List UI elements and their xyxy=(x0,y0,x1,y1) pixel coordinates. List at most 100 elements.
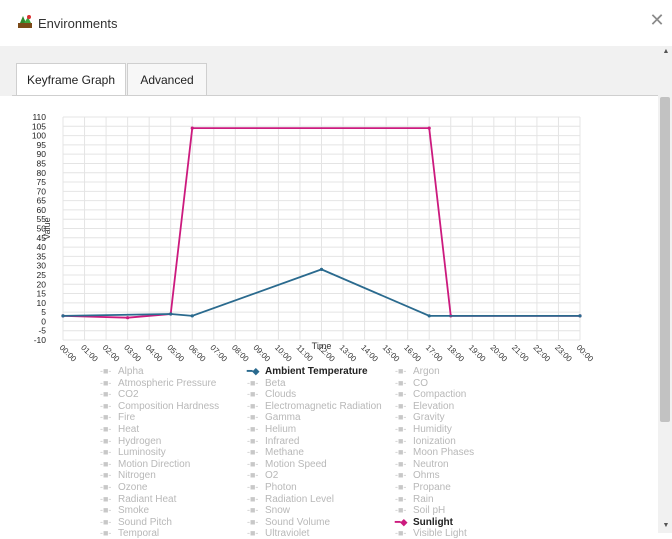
legend-marker-icon: -■- xyxy=(247,458,259,469)
legend-item-alpha[interactable]: -■- Alpha xyxy=(100,366,144,377)
legend-item-fire[interactable]: -■- Fire xyxy=(100,412,135,423)
legend-item-compaction[interactable]: -■- Compaction xyxy=(395,389,466,400)
legend-item-sound-volume[interactable]: -■- Sound Volume xyxy=(247,517,330,528)
x-tick-label: 10:00 xyxy=(273,343,294,364)
legend-label: Heat xyxy=(118,424,140,435)
legend-item-photon[interactable]: -■- Photon xyxy=(247,482,297,493)
keyframe-graph[interactable]: 1101051009590858075706560555045403530252… xyxy=(0,0,658,533)
legend-marker-icon: -■- xyxy=(395,458,407,469)
legend-item-ionization[interactable]: -■- Ionization xyxy=(395,436,456,447)
legend-item-composition-hardness[interactable]: -■- Composition Hardness xyxy=(100,401,219,412)
legend-item-argon[interactable]: -■- Argon xyxy=(395,366,440,377)
series-point xyxy=(427,314,431,318)
legend-item-sound-pitch[interactable]: -■- Sound Pitch xyxy=(100,517,172,528)
legend-item-infrared[interactable]: -■- Infrared xyxy=(247,436,299,447)
legend-item-gravity[interactable]: -■- Gravity xyxy=(395,412,445,423)
legend-marker-icon: ━◆ xyxy=(395,516,408,527)
legend-item-ozone[interactable]: -■- Ozone xyxy=(100,482,147,493)
x-tick-label: 07:00 xyxy=(208,343,229,364)
legend-item-electromagnetic-radiation[interactable]: -■- Electromagnetic Radiation xyxy=(247,401,382,412)
legend-item-heat[interactable]: -■- Heat xyxy=(100,424,139,435)
series-point xyxy=(190,126,194,130)
legend-item-soil-ph[interactable]: -■- Soil pH xyxy=(395,505,445,516)
legend-item-co[interactable]: -■- CO xyxy=(395,378,428,389)
legend-marker-icon: -■- xyxy=(100,424,112,434)
legend-label: Visible Light xyxy=(413,528,467,539)
legend-item-moon-phases[interactable]: -■- Moon Phases xyxy=(395,447,474,458)
legend-item-motion-speed[interactable]: -■- Motion Speed xyxy=(247,459,327,470)
series-point xyxy=(61,314,65,318)
x-tick-label: 21:00 xyxy=(510,343,531,364)
legend-item-visible-light[interactable]: -■- Visible Light xyxy=(395,528,467,539)
legend-item-propane[interactable]: -■- Propane xyxy=(395,482,451,493)
legend-marker-icon: -■- xyxy=(100,482,112,492)
series-point xyxy=(169,312,173,316)
x-tick-label: 04:00 xyxy=(144,343,165,364)
legend-label: Ultraviolet xyxy=(265,528,310,539)
legend-item-rain[interactable]: -■- Rain xyxy=(395,494,434,505)
series-point xyxy=(126,316,130,320)
x-tick-label: 06:00 xyxy=(187,343,208,364)
legend-label: Clouds xyxy=(265,389,297,401)
legend-item-ambient-temperature[interactable]: ━◆ Ambient Temperature xyxy=(247,366,368,377)
x-tick-label: 03:00 xyxy=(122,343,143,364)
legend-label: Atmospheric Pressure xyxy=(118,377,217,389)
x-tick-label: 16:00 xyxy=(402,343,423,364)
legend-label: Rain xyxy=(413,493,434,505)
legend-item-ohms[interactable]: -■- Ohms xyxy=(395,470,440,481)
legend-label: Radiation Level xyxy=(265,493,334,505)
scrollbar-thumb[interactable] xyxy=(660,97,670,422)
legend-item-o2[interactable]: -■- O2 xyxy=(247,470,278,481)
scroll-down-arrow-icon[interactable]: ▼ xyxy=(660,520,672,532)
legend-marker-icon: -■- xyxy=(247,505,259,516)
legend-item-radiation-level[interactable]: -■- Radiation Level xyxy=(247,494,334,505)
legend-item-temporal[interactable]: -■- Temporal xyxy=(100,528,159,539)
legend-label: Ambient Temperature xyxy=(265,366,368,377)
legend-item-hydrogen[interactable]: -■- Hydrogen xyxy=(100,436,161,447)
legend-marker-icon: -■- xyxy=(247,412,259,423)
legend-item-clouds[interactable]: -■- Clouds xyxy=(247,389,296,400)
legend-item-nitrogen[interactable]: -■- Nitrogen xyxy=(100,470,156,481)
legend-item-motion-direction[interactable]: -■- Motion Direction xyxy=(100,459,190,470)
legend-label: Sound Pitch xyxy=(118,516,172,528)
legend-marker-icon: -■- xyxy=(247,516,259,527)
legend-item-methane[interactable]: -■- Methane xyxy=(247,447,304,458)
legend-marker-icon: -■- xyxy=(100,493,112,504)
legend-item-luminosity[interactable]: -■- Luminosity xyxy=(100,447,166,458)
x-tick-label: 18:00 xyxy=(445,343,466,364)
legend-label: Propane xyxy=(413,482,451,493)
legend-marker-icon: -■- xyxy=(100,412,112,423)
scroll-up-arrow-icon[interactable]: ▲ xyxy=(660,46,672,58)
legend-item-neutron[interactable]: -■- Neutron xyxy=(395,459,449,470)
legend-item-humidity[interactable]: -■- Humidity xyxy=(395,424,452,435)
legend-item-gamma[interactable]: -■- Gamma xyxy=(247,412,301,423)
legend-label: Motion Speed xyxy=(265,458,327,470)
legend-label: Hydrogen xyxy=(118,435,162,447)
legend-item-ultraviolet[interactable]: -■- Ultraviolet xyxy=(247,528,309,539)
legend-marker-icon: -■- xyxy=(395,435,407,446)
legend-item-smoke[interactable]: -■- Smoke xyxy=(100,505,149,516)
legend-marker-icon: -■- xyxy=(247,377,259,388)
legend-item-sunlight[interactable]: ━◆ Sunlight xyxy=(395,517,453,528)
x-tick-label: 02:00 xyxy=(101,343,122,364)
x-tick-label: 00:00 xyxy=(575,343,596,364)
legend-label: Ohms xyxy=(413,470,440,482)
legend-marker-icon: -■- xyxy=(395,389,407,400)
x-axis-label: Time xyxy=(312,341,332,351)
legend-item-co2[interactable]: -■- CO2 xyxy=(100,389,139,400)
legend-item-beta[interactable]: -■- Beta xyxy=(247,378,286,389)
legend-item-snow[interactable]: -■- Snow xyxy=(247,505,290,516)
legend-label: Sunlight xyxy=(413,516,453,528)
legend-marker-icon: -■- xyxy=(247,389,259,400)
legend-label: CO xyxy=(413,377,428,389)
legend-item-elevation[interactable]: -■- Elevation xyxy=(395,401,454,412)
legend-marker-icon: -■- xyxy=(395,493,407,504)
legend-item-atmospheric-pressure[interactable]: -■- Atmospheric Pressure xyxy=(100,378,216,389)
legend-marker-icon: -■- xyxy=(395,424,407,434)
legend-label: Moon Phases xyxy=(413,447,475,459)
legend-item-radiant-heat[interactable]: -■- Radiant Heat xyxy=(100,494,176,505)
legend-item-helium[interactable]: -■- Helium xyxy=(247,424,296,435)
legend-marker-icon: -■- xyxy=(395,447,407,458)
legend-marker-icon: -■- xyxy=(247,493,259,504)
legend-marker-icon: -■- xyxy=(247,470,259,481)
